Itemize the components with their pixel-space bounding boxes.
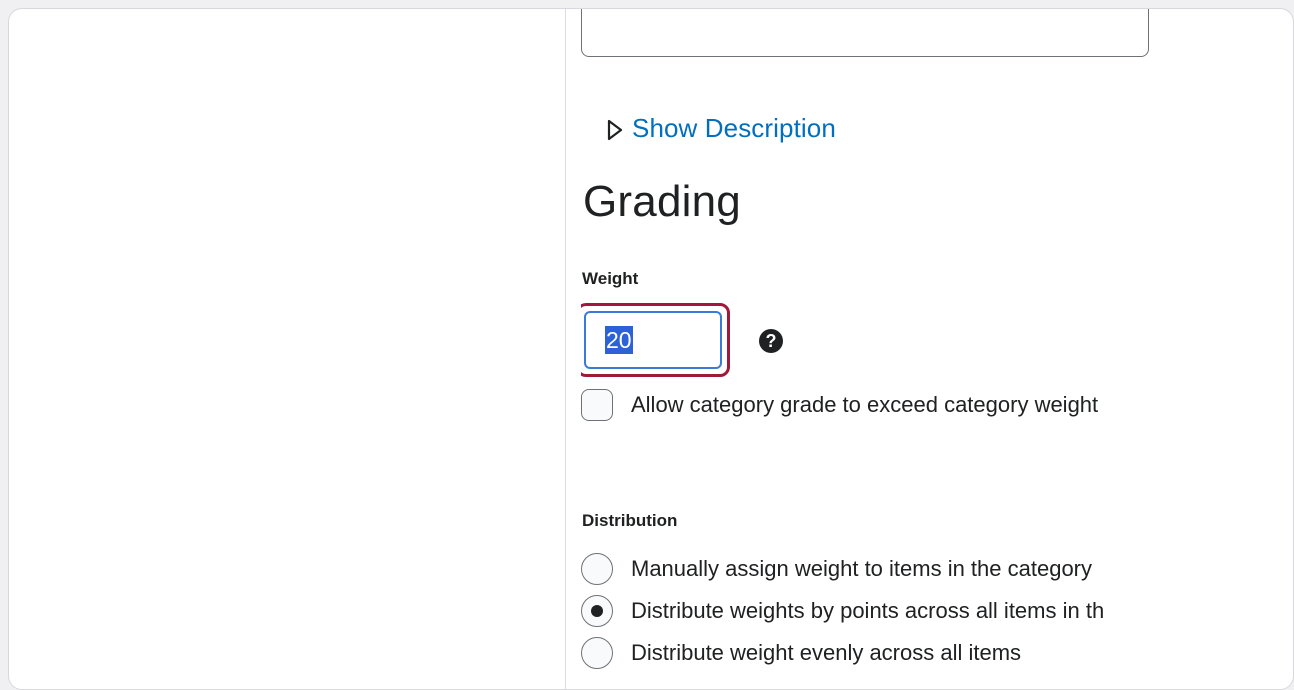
radio-manual[interactable] bbox=[581, 553, 613, 585]
distribution-option-by-points[interactable]: Distribute weights by points across all … bbox=[581, 595, 1104, 627]
dialog-frame: Show Description Grading Weight 20 ? All… bbox=[8, 8, 1294, 690]
exceed-weight-checkbox[interactable] bbox=[581, 389, 613, 421]
show-description-link[interactable]: Show Description bbox=[632, 113, 836, 144]
column-divider bbox=[565, 9, 566, 689]
radio-by-points[interactable] bbox=[581, 595, 613, 627]
radio-evenly[interactable] bbox=[581, 637, 613, 669]
radio-manual-label: Manually assign weight to items in the c… bbox=[631, 556, 1093, 581]
weight-label: Weight bbox=[582, 269, 639, 288]
weight-input-value: 20 bbox=[605, 326, 633, 354]
question-circle-icon[interactable]: ? bbox=[759, 329, 783, 353]
distribution-option-evenly[interactable]: Distribute weight evenly across all item… bbox=[581, 637, 1021, 669]
show-description-toggle[interactable]: Show Description bbox=[597, 113, 836, 144]
radio-by-points-label: Distribute weights by points across all … bbox=[631, 598, 1105, 623]
weight-input[interactable]: 20 bbox=[584, 311, 722, 369]
exceed-weight-checkbox-row[interactable]: Allow category grade to exceed category … bbox=[581, 389, 1099, 421]
distribution-option-manual[interactable]: Manually assign weight to items in the c… bbox=[581, 553, 1092, 585]
exceed-weight-label: Allow category grade to exceed category … bbox=[631, 392, 1099, 417]
distribution-label: Distribution bbox=[582, 511, 678, 530]
name-textarea[interactable] bbox=[581, 9, 1149, 57]
category-form: Show Description Grading Weight 20 ? All… bbox=[581, 9, 1181, 689]
radio-evenly-label: Distribute weight evenly across all item… bbox=[631, 640, 1022, 665]
grading-heading: Grading bbox=[583, 177, 741, 226]
